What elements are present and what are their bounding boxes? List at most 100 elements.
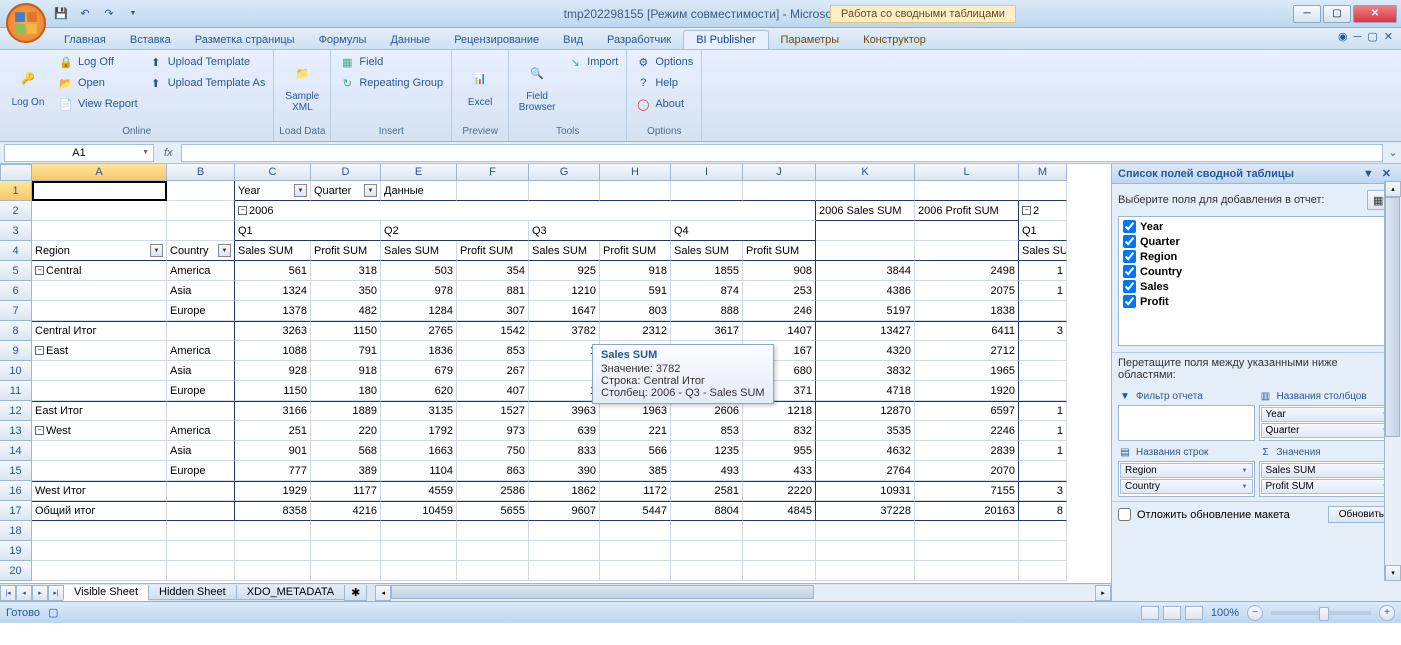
pivot-country-dropdown[interactable]: Country▼ xyxy=(167,241,235,261)
empty-cell[interactable] xyxy=(311,561,381,581)
pivot-value-cell[interactable]: 220 xyxy=(311,421,381,441)
upload-template-as-button[interactable]: ⬆Upload Template As xyxy=(144,73,270,93)
pivot-q3[interactable]: Q3 xyxy=(529,221,671,241)
pivot-value-cell[interactable]: 874 xyxy=(671,281,743,301)
empty-cell[interactable] xyxy=(915,561,1019,581)
col-header-E[interactable]: E xyxy=(381,164,457,181)
pivot-value-cell[interactable]: 3844 xyxy=(816,261,915,281)
cell[interactable] xyxy=(816,241,915,261)
col-header-M[interactable]: M xyxy=(1019,164,1067,181)
tab-page-layout[interactable]: Разметка страницы xyxy=(183,31,307,49)
repeating-group-button[interactable]: ↻Repeating Group xyxy=(335,73,447,93)
pivot-value-cell[interactable]: 2075 xyxy=(915,281,1019,301)
pivot-value-cell[interactable]: 791 xyxy=(311,341,381,361)
pivot-value-cell[interactable]: 1647 xyxy=(529,301,600,321)
tab-view[interactable]: Вид xyxy=(551,31,595,49)
pivot-value-cell[interactable]: 4845 xyxy=(743,501,816,521)
zoom-slider[interactable] xyxy=(1271,611,1371,615)
pivot-value-cell[interactable]: 679 xyxy=(381,361,457,381)
pivot-value-cell[interactable]: 4559 xyxy=(381,481,457,501)
pivot-value-cell[interactable]: 3963 xyxy=(529,401,600,421)
pivot-value-cell[interactable]: 2070 xyxy=(915,461,1019,481)
pivot-value-cell[interactable]: 8804 xyxy=(671,501,743,521)
pivot-value-cell[interactable]: 2712 xyxy=(915,341,1019,361)
defer-checkbox[interactable] xyxy=(1118,508,1131,521)
pivot-value-cell[interactable]: 561 xyxy=(235,261,311,281)
pivot-value-cell[interactable] xyxy=(1019,381,1067,401)
hscroll-left[interactable]: ◂ xyxy=(375,585,391,601)
row-header-2[interactable]: 2 xyxy=(0,201,32,221)
col-header-B[interactable]: B xyxy=(167,164,235,181)
pivot-region-cell[interactable]: −Central xyxy=(32,261,167,281)
dropzone-item[interactable]: Profit SUM xyxy=(1261,479,1394,494)
pivot-value-cell[interactable]: 2764 xyxy=(816,461,915,481)
pivot-value-cell[interactable]: 7155 xyxy=(915,481,1019,501)
pivot-value-cell[interactable]: 5655 xyxy=(457,501,529,521)
cell[interactable]: Sales SUM xyxy=(235,241,311,261)
pivot-value-cell[interactable]: 8358 xyxy=(235,501,311,521)
pivot-region-cell[interactable] xyxy=(32,301,167,321)
pivot-value-cell[interactable]: 493 xyxy=(671,461,743,481)
office-button[interactable] xyxy=(6,3,46,43)
pivot-value-cell[interactable]: 253 xyxy=(743,281,816,301)
field-checkbox[interactable] xyxy=(1123,235,1136,248)
pivot-value-cell[interactable]: 4216 xyxy=(311,501,381,521)
tab-home[interactable]: Главная xyxy=(52,31,118,49)
empty-cell[interactable] xyxy=(381,561,457,581)
pivot-value-cell[interactable] xyxy=(1019,341,1067,361)
pivot-value-cell[interactable]: 1889 xyxy=(311,401,381,421)
col-header-G[interactable]: G xyxy=(529,164,600,181)
pivot-value-cell[interactable]: 307 xyxy=(457,301,529,321)
dropzone-item[interactable]: Quarter xyxy=(1261,423,1394,438)
empty-cell[interactable] xyxy=(743,561,816,581)
pivot-country-cell[interactable] xyxy=(167,501,235,521)
pivot-country-cell[interactable]: Europe xyxy=(167,301,235,321)
row-header-9[interactable]: 9 xyxy=(0,341,32,361)
pivot-value-cell[interactable]: 2498 xyxy=(915,261,1019,281)
row-header-11[interactable]: 11 xyxy=(0,381,32,401)
pivot-value-cell[interactable]: 1210 xyxy=(529,281,600,301)
empty-cell[interactable] xyxy=(311,541,381,561)
empty-cell[interactable] xyxy=(235,521,311,541)
cell[interactable]: Sales SUM xyxy=(671,241,743,261)
cell[interactable] xyxy=(457,181,529,201)
cell[interactable] xyxy=(915,221,1019,241)
row-header-3[interactable]: 3 xyxy=(0,221,32,241)
empty-cell[interactable] xyxy=(1019,541,1067,561)
cell[interactable] xyxy=(600,181,671,201)
empty-cell[interactable] xyxy=(915,521,1019,541)
field-list[interactable]: YearQuarterRegionCountrySalesProfit xyxy=(1118,216,1395,346)
field-checkbox[interactable] xyxy=(1123,295,1136,308)
pivot-value-cell[interactable]: 6597 xyxy=(915,401,1019,421)
row-header-20[interactable]: 20 xyxy=(0,561,32,581)
pivot-value-cell[interactable]: 390 xyxy=(529,461,600,481)
pivot-year-next[interactable]: −2 xyxy=(1019,201,1067,221)
hscroll-track[interactable] xyxy=(391,585,1095,601)
minimize-button[interactable]: ─ xyxy=(1293,5,1321,23)
cell[interactable] xyxy=(167,181,235,201)
empty-cell[interactable] xyxy=(32,521,167,541)
zoom-out-button[interactable]: − xyxy=(1247,605,1263,621)
row-header-5[interactable]: 5 xyxy=(0,261,32,281)
fx-label[interactable]: fx xyxy=(164,147,173,159)
pivot-value-cell[interactable]: 2312 xyxy=(600,321,671,341)
pivot-country-cell[interactable]: Asia xyxy=(167,281,235,301)
sheet-tab-metadata[interactable]: XDO_METADATA xyxy=(236,585,345,600)
open-button[interactable]: 📂Open xyxy=(54,73,142,93)
normal-view-icon[interactable] xyxy=(1141,606,1159,620)
hscroll-right[interactable]: ▸ xyxy=(1095,585,1111,601)
tab-review[interactable]: Рецензирование xyxy=(442,31,551,49)
empty-cell[interactable] xyxy=(743,521,816,541)
panel-dropdown-icon[interactable]: ▼ xyxy=(1359,168,1378,180)
empty-cell[interactable] xyxy=(816,521,915,541)
select-all-corner[interactable] xyxy=(0,164,32,181)
row-header-15[interactable]: 15 xyxy=(0,461,32,481)
pivot-year-2006[interactable]: −2006 xyxy=(235,201,816,221)
pivot-value-cell[interactable]: 1 xyxy=(1019,401,1067,421)
empty-cell[interactable] xyxy=(1019,561,1067,581)
dropzone-values[interactable]: Sales SUMProfit SUM xyxy=(1259,461,1396,497)
empty-cell[interactable] xyxy=(600,521,671,541)
save-icon[interactable]: 💾 xyxy=(52,5,70,23)
pivot-value-cell[interactable]: 3 xyxy=(1019,321,1067,341)
empty-cell[interactable] xyxy=(167,561,235,581)
